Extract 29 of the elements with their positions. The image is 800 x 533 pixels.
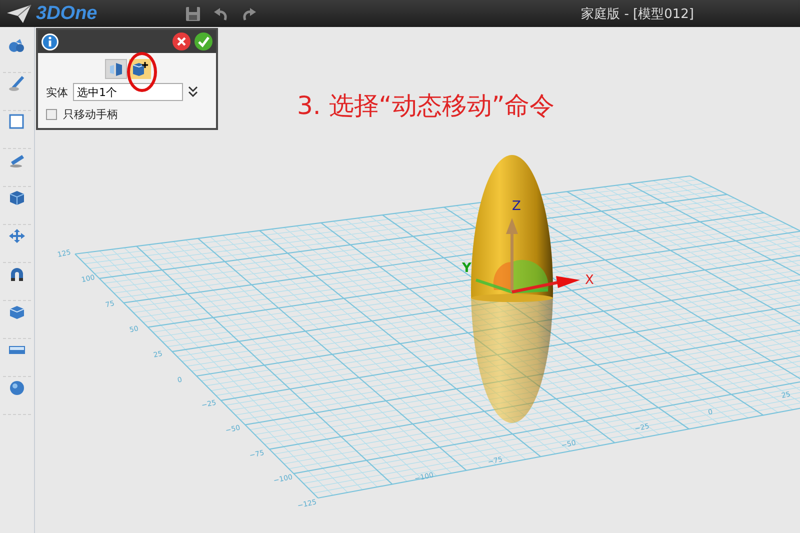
entity-field[interactable]: 选中1个 [73,83,183,101]
confirm-icon[interactable] [194,32,213,51]
save-icon[interactable] [185,6,202,22]
box-icon[interactable] [8,304,26,320]
field-label: 实体 [46,84,68,100]
info-icon[interactable] [41,32,59,50]
undo-icon[interactable] [213,6,230,22]
mode-button[interactable] [129,59,151,79]
x-axis-label: X [585,273,594,288]
magnet-icon[interactable] [8,266,26,282]
cube-icon[interactable] [8,190,26,206]
paper-plane-icon [6,4,32,24]
checkbox[interactable] [46,109,57,120]
checkbox-label: 只移动手柄 [63,107,118,122]
y-axis-label: Y [462,261,472,276]
window-title: 家庭版 - [模型012] [581,6,694,22]
z-axis-label: Z [512,199,521,214]
redo-icon[interactable] [241,6,258,22]
pen-icon[interactable] [8,76,26,92]
close-icon[interactable] [172,32,191,51]
half-cube-icon [108,61,124,77]
instruction-text: 3. 选择“动态移动”命令 [297,90,555,122]
app-logo: 3DOne [36,2,98,24]
sphere-icon[interactable] [8,380,26,396]
cube-plus-icon [131,61,149,77]
highlight-circle [127,52,157,92]
cloud-shapes-icon[interactable] [8,38,26,54]
move-arrows-icon[interactable] [8,228,26,244]
double-chevron-icon[interactable] [188,86,198,98]
